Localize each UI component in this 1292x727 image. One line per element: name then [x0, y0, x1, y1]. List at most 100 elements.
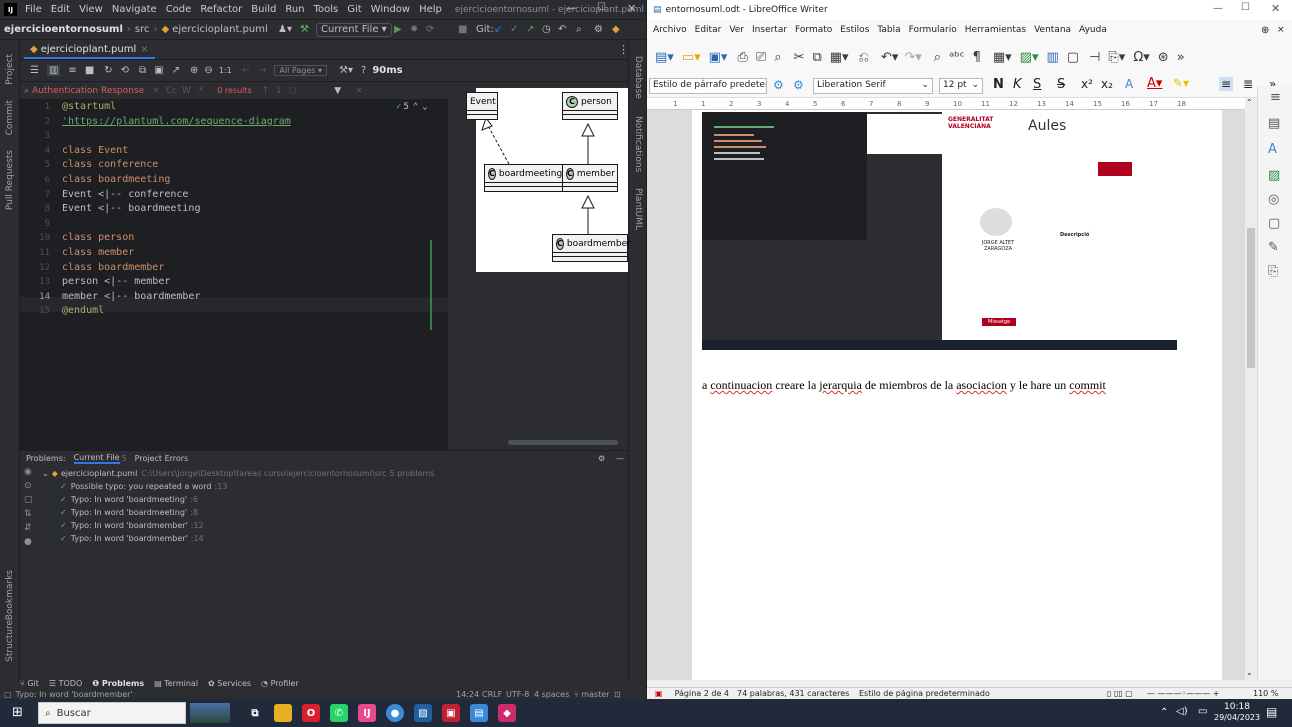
document-area[interactable]: GENERALITAT VALENCIANA Aules JORGE ALTET… [647, 110, 1245, 680]
export-pdf-icon[interactable]: ⎙ [737, 50, 747, 65]
help-icon[interactable]: ? [361, 65, 366, 76]
font-size-select[interactable]: 12 pt ⌄ [939, 78, 983, 94]
tab-close-icon[interactable]: × [140, 44, 148, 55]
align-left-icon[interactable]: ≡ [1219, 77, 1234, 91]
preview-scrollbar[interactable] [508, 440, 618, 445]
intellij-logo-icon[interactable]: IJ [4, 3, 17, 16]
redo-icon[interactable]: ↷▾ [904, 50, 921, 65]
code-line[interactable] [62, 129, 448, 144]
zoom-out-icon[interactable]: ⊖ [204, 65, 212, 76]
clone-format-icon[interactable]: ⎌ [859, 50, 869, 65]
new-style-icon[interactable]: ⚙ [793, 78, 804, 92]
breadcrumb-file[interactable]: ejercicioplant.puml [172, 24, 268, 35]
maximize-icon[interactable]: ☐ [1241, 2, 1250, 13]
print-icon[interactable]: ⎚ [756, 50, 766, 65]
code-line[interactable]: class boardmeeting [62, 173, 448, 188]
uml-class-event[interactable]: Event [466, 92, 498, 120]
scroll-up-icon[interactable]: ⌃ [1246, 98, 1253, 107]
breadcrumb-src[interactable]: src [135, 24, 150, 35]
strikethrough-button[interactable]: S [1057, 77, 1065, 92]
tool-project[interactable]: Project [5, 54, 15, 85]
page-style[interactable]: Estilo de página predeterminado [859, 689, 990, 698]
zoom-level[interactable]: 110 % [1253, 689, 1278, 698]
subscript-icon[interactable]: x₂ [1101, 77, 1113, 91]
next-page-icon[interactable]: → [258, 65, 266, 76]
stop-icon[interactable]: ■ [458, 24, 467, 35]
document-page[interactable]: GENERALITAT VALENCIANA Aules JORGE ALTET… [692, 110, 1222, 680]
photos-icon[interactable]: ▨ [414, 704, 432, 722]
build-hammer-icon[interactable]: ⚒ [300, 24, 309, 35]
copy-icon[interactable]: ⧉ [812, 50, 821, 65]
chrome-icon[interactable]: ● [386, 704, 404, 722]
tab-git[interactable]: ⑂ Git [20, 679, 39, 688]
ij-menu-git[interactable]: Git [347, 4, 361, 15]
panel-settings-icon[interactable]: ⚙ [598, 454, 605, 463]
bold-button[interactable]: N [993, 77, 1004, 92]
volume-icon[interactable]: ◁) [1176, 706, 1188, 717]
code-line[interactable]: Event <|-- boardmeeting [62, 202, 448, 217]
prev-page-icon[interactable]: ← [242, 65, 250, 76]
navigate-icon[interactable]: ● [24, 537, 32, 551]
expand-all-icon[interactable]: ⇅ [24, 509, 32, 523]
opera-icon[interactable]: O [302, 704, 320, 722]
settings-gear-icon[interactable]: ⚙ [594, 24, 603, 35]
doc-signature-icon[interactable]: ▣ [655, 689, 663, 698]
insert-pagebreak-icon[interactable]: ⊣ [1089, 50, 1100, 65]
tool-structure[interactable]: Structure [5, 620, 15, 662]
new-doc-icon[interactable]: ▤▾ [655, 50, 674, 65]
tab-terminal[interactable]: ▤ Terminal [154, 679, 198, 688]
word-count[interactable]: 74 palabras, 431 caracteres [737, 689, 849, 698]
font-name-select[interactable]: Liberation Serif ⌄ [813, 78, 933, 94]
uml-class-member[interactable]: Cmember [562, 164, 618, 192]
collapse-all-icon[interactable]: ⇵ [24, 523, 32, 537]
all-pages-select[interactable]: All Pages ▾ [274, 65, 328, 76]
sidebar-properties-icon[interactable]: ▤ [1268, 116, 1280, 131]
cut-icon[interactable]: ✂ [794, 50, 805, 65]
lo-menu-tabla[interactable]: Tabla [877, 25, 900, 35]
uml-class-boardmember[interactable]: Cboardmember [552, 234, 631, 262]
close-icon[interactable]: ✕ [627, 2, 636, 15]
italic-button[interactable]: K [1013, 77, 1022, 92]
lo-menu-ventana[interactable]: Ventana [1034, 25, 1071, 35]
preview-icon[interactable]: ▢ [24, 495, 33, 509]
git-update-icon[interactable]: ↙ [494, 24, 502, 35]
lo-menu-estilos[interactable]: Estilos [840, 25, 869, 35]
whole-word-toggle[interactable]: W [182, 86, 191, 96]
lo-menu-herramientas[interactable]: Herramientas [965, 25, 1026, 35]
run-config-select[interactable]: Current File ▾ [316, 23, 392, 37]
problem-item[interactable]: ✓ Typo: In word 'boardmeeting':6 [60, 493, 622, 506]
sidebar-inspector-icon[interactable]: ✎ [1268, 240, 1279, 255]
tray-chevron-icon[interactable]: ⌃ [1160, 707, 1168, 718]
find-replace-icon[interactable]: ⌕ [934, 50, 941, 65]
lo-menu-archivo[interactable]: Archivo [653, 25, 687, 35]
tab-services[interactable]: ✿ Services [208, 679, 251, 688]
zoom-in-icon[interactable]: ⊕ [190, 65, 198, 76]
code-line[interactable]: class member [62, 246, 448, 261]
task-view-icon[interactable]: ⧉ [246, 704, 264, 722]
zoom-slider[interactable]: — ———◦——— + [1147, 689, 1220, 698]
coverage-icon[interactable]: ⟳ [426, 24, 434, 35]
status-message[interactable]: Typo: In word 'boardmember' [16, 690, 133, 699]
writer-taskbar-icon[interactable]: ▤ [470, 704, 488, 722]
special-char-icon[interactable]: Ω▾ [1133, 50, 1149, 65]
lo-menu-editar[interactable]: Editar [695, 25, 722, 35]
tool-commit[interactable]: Commit [5, 100, 15, 135]
problem-item[interactable]: ✓ Typo: In word 'boardmember':14 [60, 532, 622, 545]
line-separator[interactable]: CRLF [482, 690, 502, 699]
insert-field-icon[interactable]: ⎘▾ [1108, 50, 1125, 65]
clear-format-icon[interactable]: A [1125, 77, 1133, 91]
breadcrumb-project[interactable]: ejercicioentornosuml [4, 24, 123, 35]
code-line[interactable]: member <|-- boardmember [62, 290, 448, 305]
tool-database[interactable]: Database [633, 56, 643, 99]
uml-diagram[interactable]: Event Cperson Cboardmeeting Cmember Cboa… [466, 88, 631, 272]
sidebar-navigator-icon[interactable]: ◎ [1268, 192, 1279, 207]
code-line[interactable]: class person [62, 231, 448, 246]
prev-occurrence-icon[interactable]: ↑ [262, 86, 270, 96]
tab-ejercicioplant[interactable]: ◆ ejercicioplant.puml × [24, 42, 155, 59]
app-red-icon[interactable]: ▣ [442, 704, 460, 722]
layout-editor-only-icon[interactable]: ☰ [30, 65, 39, 76]
layout-preview-icon[interactable]: ■ [85, 65, 94, 76]
copy-icon[interactable]: ⧉ [139, 65, 146, 76]
maximize-icon[interactable]: ☐ [597, 2, 606, 13]
font-color-icon[interactable]: A▾ [1147, 76, 1162, 91]
